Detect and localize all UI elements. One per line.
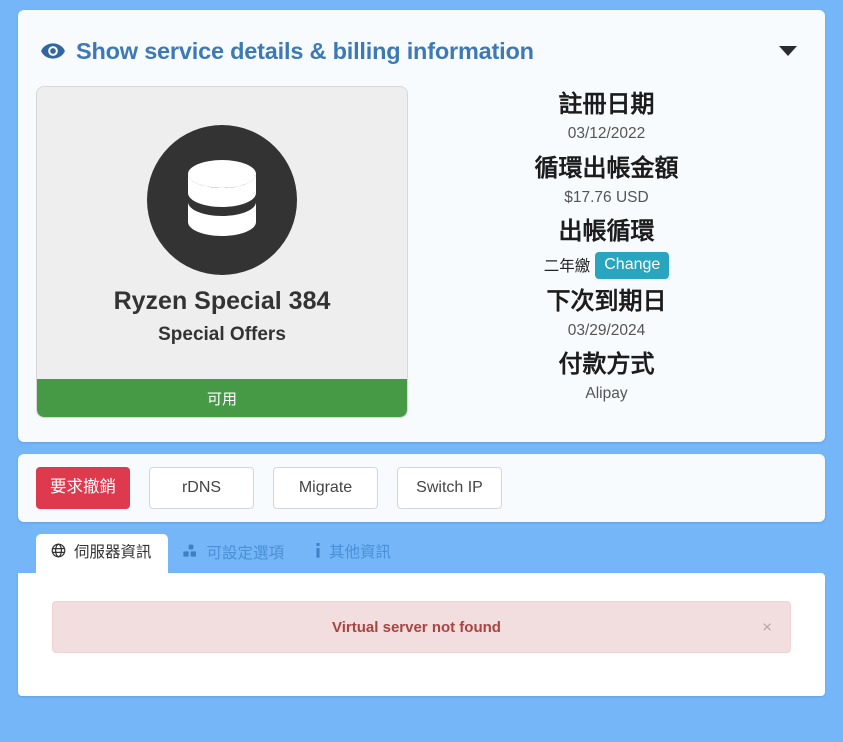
close-icon[interactable]: ×: [758, 617, 776, 638]
service-actions-panel: 要求撤銷 rDNS Migrate Switch IP: [18, 454, 825, 522]
next-due-date-value: 03/29/2024: [567, 321, 646, 339]
billing-cycle-row: 二年繳 Change: [408, 252, 805, 279]
billing-cycle-label: 出帳循環: [558, 218, 655, 246]
tab-strip: 伺服器資訊 可設定選項 其他資訊: [18, 534, 825, 573]
payment-method-label: 付款方式: [558, 351, 655, 379]
product-icon-badge: [147, 125, 297, 275]
globe-icon: [51, 543, 66, 564]
registration-date-label: 註冊日期: [558, 91, 655, 118]
tab-label: 伺服器資訊: [74, 544, 152, 562]
tab-configurable-options[interactable]: 可設定選項: [168, 535, 301, 573]
payment-method-value: Alipay: [585, 385, 628, 403]
product-group: Special Offers: [158, 324, 286, 345]
service-details-body: Ryzen Special 384 Special Offers 可用 註冊日期…: [18, 70, 825, 418]
product-name: Ryzen Special 384: [113, 287, 331, 315]
service-details-panel: Show service details & billing informati…: [18, 10, 825, 442]
rdns-button[interactable]: rDNS: [149, 467, 254, 509]
recurring-amount-label: 循環出帳金額: [534, 154, 679, 182]
collapse-toggle[interactable]: [779, 46, 803, 56]
tab-server-info[interactable]: 伺服器資訊: [36, 534, 168, 573]
tab-label: 可設定選項: [206, 544, 285, 562]
recurring-amount-value: $17.76 USD: [564, 188, 649, 206]
migrate-button[interactable]: Migrate: [273, 467, 378, 509]
database-icon: [181, 157, 263, 243]
alert-message: Virtual server not found: [332, 618, 501, 636]
registration-date-value: 03/12/2022: [567, 125, 646, 142]
request-cancellation-button[interactable]: 要求撤銷: [36, 467, 130, 509]
next-due-date-label: 下次到期日: [546, 287, 667, 315]
product-card: Ryzen Special 384 Special Offers 可用: [36, 86, 408, 418]
alert-danger: Virtual server not found ×: [52, 601, 791, 653]
billing-information: 註冊日期 03/12/2022 循環出帳金額 $17.76 USD 出帳循環 二…: [408, 86, 805, 418]
page-title: Show service details & billing informati…: [76, 37, 534, 64]
cubes-icon: [182, 544, 199, 564]
status-badge: 可用: [37, 379, 407, 417]
eye-icon: [40, 38, 66, 64]
chevron-down-icon: [779, 46, 797, 56]
page-root: Show service details & billing informati…: [0, 0, 843, 742]
tab-content-panel: Virtual server not found ×: [18, 573, 825, 696]
change-billing-cycle-button[interactable]: Change: [595, 252, 670, 279]
switch-ip-button[interactable]: Switch IP: [397, 467, 502, 509]
billing-cycle-value: 二年繳: [543, 258, 591, 276]
info-icon: [315, 543, 321, 564]
tab-label: 其他資訊: [329, 544, 392, 562]
tabs-panel: 伺服器資訊 可設定選項 其他資訊 Virtual server not foun…: [18, 534, 825, 696]
tab-other-info[interactable]: 其他資訊: [300, 534, 407, 573]
service-details-header[interactable]: Show service details & billing informati…: [18, 10, 825, 70]
